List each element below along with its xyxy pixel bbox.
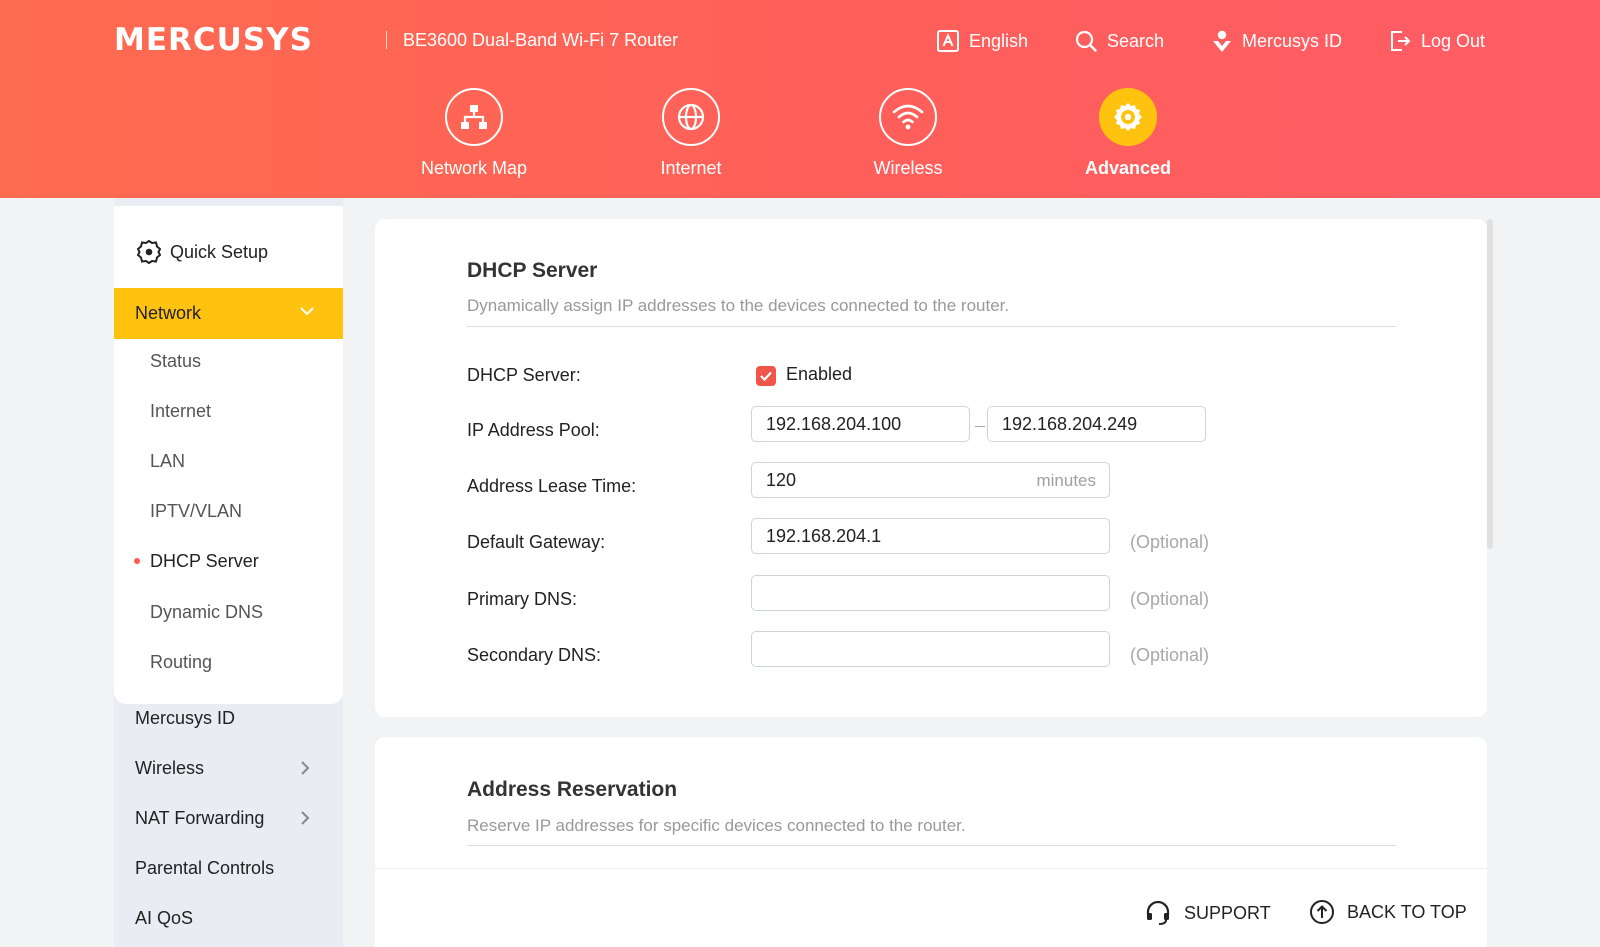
- active-indicator-dot: [134, 558, 140, 564]
- optional-hint: (Optional): [1130, 532, 1210, 552]
- section-divider: [467, 845, 1396, 846]
- nav-label: Wireless: [873, 158, 943, 178]
- sidebar-item-dynamic-dns[interactable]: Dynamic DNS: [150, 602, 263, 623]
- sidebar-item-parental-controls[interactable]: Parental Controls: [135, 858, 274, 879]
- nav-network-map[interactable]: Network Map: [404, 88, 544, 179]
- secondary-dns-input[interactable]: [751, 631, 1110, 667]
- sidebar-item-nat-forwarding[interactable]: NAT Forwarding: [135, 808, 264, 829]
- sidebar-item-iptv-vlan[interactable]: IPTV/VLAN: [150, 501, 242, 522]
- nav-advanced[interactable]: Advanced: [1058, 88, 1198, 179]
- secondary-dns-label: Secondary DNS:: [467, 645, 602, 665]
- search-label: Search: [1107, 30, 1165, 51]
- lease-time-value: 120: [766, 469, 797, 490]
- support-link[interactable]: SUPPORT: [1144, 899, 1271, 927]
- search-icon: [1075, 30, 1097, 52]
- globe-icon: [677, 103, 705, 131]
- range-dash: [975, 426, 985, 427]
- headset-icon: [1146, 900, 1170, 925]
- router-model: BE3600 Dual-Band Wi-Fi 7 Router: [403, 30, 679, 50]
- nav-label: Internet: [660, 158, 722, 178]
- sidebar-item-mercusys-id[interactable]: Mercusys ID: [135, 708, 235, 729]
- top-header: MERCUSYS BE3600 Dual-Band Wi-Fi 7 Router…: [0, 0, 1600, 198]
- primary-dns-label: Primary DNS:: [467, 589, 578, 609]
- section-title: DHCP Server: [467, 259, 598, 282]
- default-gateway-label: Default Gateway:: [467, 532, 606, 552]
- lease-time-unit: minutes: [1036, 471, 1096, 490]
- sidebar-item-dhcp-server[interactable]: DHCP Server: [150, 551, 259, 572]
- network-label: Network: [135, 303, 202, 323]
- support-label: SUPPORT: [1184, 902, 1271, 923]
- primary-dns-input[interactable]: [751, 575, 1110, 611]
- language-icon: [937, 30, 959, 52]
- nav-internet[interactable]: Internet: [621, 88, 761, 179]
- gear-icon: [1114, 103, 1142, 131]
- sidebar-item-internet[interactable]: Internet: [150, 401, 211, 422]
- sidebar-item-status[interactable]: Status: [150, 351, 201, 372]
- checkmark-icon: [760, 371, 772, 382]
- lease-time-input[interactable]: 120 minutes: [751, 462, 1110, 498]
- back-to-top-link[interactable]: BACK TO TOP: [1309, 899, 1467, 925]
- chevron-right-icon: [301, 811, 310, 825]
- ip-pool-start-input[interactable]: 192.168.204.100: [751, 406, 970, 442]
- dhcp-server-label: DHCP Server:: [467, 365, 581, 385]
- nav-wireless[interactable]: Wireless: [838, 88, 978, 179]
- search-link[interactable]: Search: [1074, 26, 1164, 56]
- sidebar: Quick Setup Network Status Internet LAN …: [114, 198, 343, 947]
- ip-pool-label: IP Address Pool:: [467, 420, 600, 440]
- language-selector[interactable]: English: [936, 26, 1028, 56]
- default-gateway-input[interactable]: 192.168.204.1: [751, 518, 1110, 554]
- ip-pool-end-input[interactable]: 192.168.204.249: [987, 406, 1206, 442]
- section-title: Address Reservation: [467, 778, 678, 801]
- scrollbar[interactable]: [1487, 219, 1493, 549]
- mercusys-id-link[interactable]: Mercusys ID: [1211, 26, 1342, 56]
- quick-setup-label: Quick Setup: [170, 241, 269, 262]
- network-map-icon: [461, 105, 487, 129]
- arrow-up-circle-icon: [1310, 900, 1334, 924]
- user-icon: [1213, 30, 1231, 52]
- section-divider: [467, 326, 1396, 327]
- enabled-label: Enabled: [786, 364, 853, 384]
- sidebar-item-wireless[interactable]: Wireless: [135, 758, 204, 779]
- nav-label: Network Map: [420, 158, 528, 178]
- logo-divider: [386, 31, 387, 49]
- optional-hint: (Optional): [1130, 589, 1210, 609]
- sidebar-item-network[interactable]: Network: [114, 288, 343, 339]
- lease-time-label: Address Lease Time:: [467, 476, 637, 496]
- section-description: Reserve IP addresses for specific device…: [467, 816, 966, 835]
- mercusys-id-label: Mercusys ID: [1242, 30, 1343, 51]
- sidebar-item-routing[interactable]: Routing: [150, 652, 212, 673]
- sidebar-item-lan[interactable]: LAN: [150, 451, 185, 472]
- chevron-right-icon: [301, 761, 310, 775]
- footer-bar: SUPPORT BACK TO TOP: [375, 868, 1487, 947]
- mercusys-logo[interactable]: MERCUSYS: [114, 22, 313, 58]
- nav-label: Advanced: [1084, 158, 1172, 178]
- dhcp-enabled-checkbox[interactable]: [756, 366, 776, 386]
- section-description: Dynamically assign IP addresses to the d…: [467, 296, 1010, 315]
- logout-label: Log Out: [1421, 30, 1486, 51]
- sidebar-item-ai-qos[interactable]: AI QoS: [135, 908, 193, 929]
- back-to-top-label: BACK TO TOP: [1347, 901, 1467, 922]
- quick-setup-icon: [136, 239, 162, 265]
- language-label: English: [969, 30, 1029, 51]
- wifi-icon: [892, 104, 924, 130]
- dhcp-server-card: DHCP Server Dynamically assign IP addres…: [375, 219, 1487, 717]
- logout-link[interactable]: Log Out: [1388, 26, 1485, 56]
- optional-hint: (Optional): [1130, 645, 1210, 665]
- sidebar-network-group: Quick Setup Network Status Internet LAN …: [114, 206, 343, 704]
- sidebar-item-quick-setup[interactable]: Quick Setup: [136, 239, 268, 265]
- logout-icon: [1391, 31, 1411, 51]
- chevron-down-icon: [300, 307, 314, 316]
